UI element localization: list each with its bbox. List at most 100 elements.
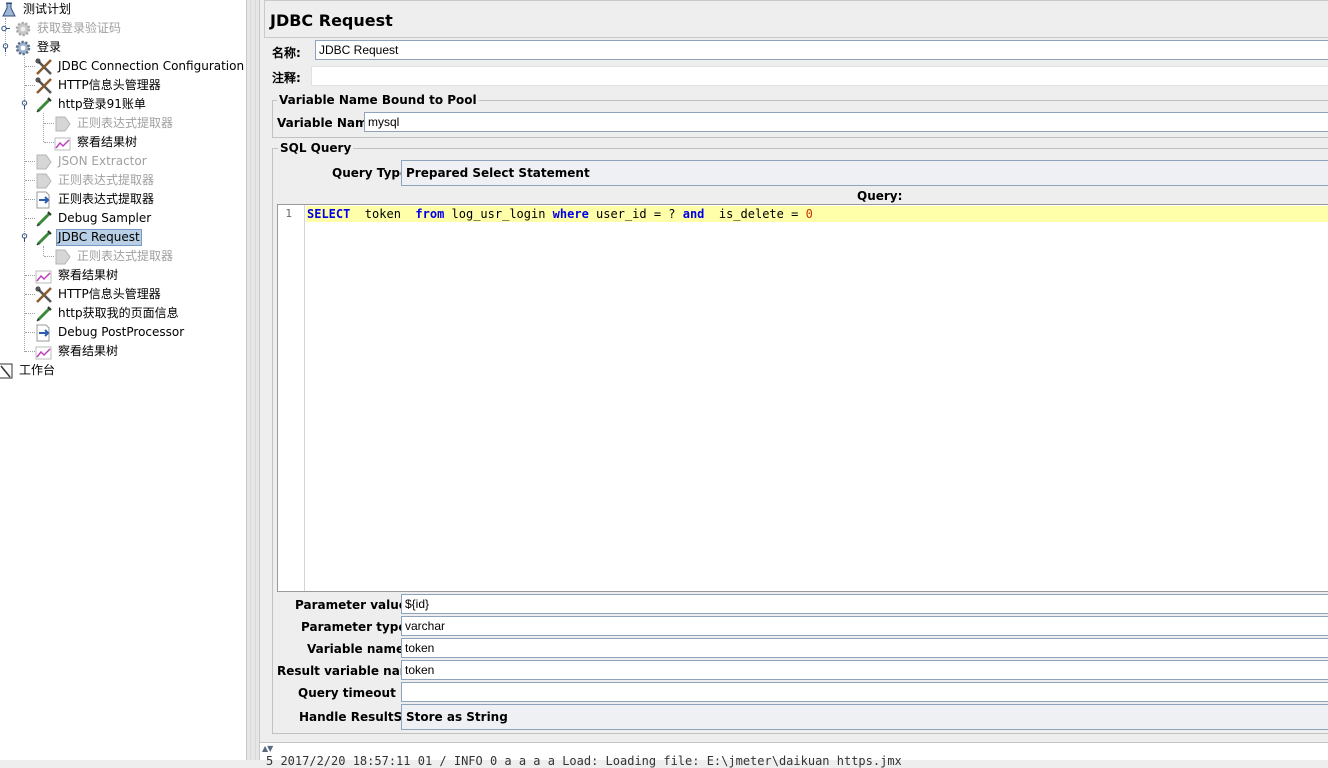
comment-input[interactable] [311,66,1328,86]
tree-node-postprocessor[interactable]: 正则表达式提取器 [54,114,175,133]
tree-node-config[interactable]: HTTP信息头管理器 [35,285,163,304]
tree-node-thread-group[interactable]: 登录 [14,38,63,57]
tree-connector [25,161,35,162]
variable-name-input[interactable] [364,112,1328,132]
tree-node-listener[interactable]: 察看结果树 [35,266,120,285]
tree-node-config[interactable]: JDBC Connection Configuration [35,57,246,76]
postprocessor-icon [54,115,72,133]
sql-editor[interactable]: 1 SELECT token from log_usr_login where … [277,204,1328,592]
tree-node-postprocessor[interactable]: 正则表达式提取器 [35,190,156,209]
handle-resultset-select[interactable]: Store as String [401,704,1328,730]
tree-node-postprocessor[interactable]: 正则表达式提取器 [35,171,156,190]
tree-node-postprocessor[interactable]: JSON Extractor [35,152,149,171]
postprocessor-arrow-icon [35,191,53,209]
wrench-icon [35,286,53,304]
tree-connector [25,313,35,314]
title-box [264,0,1328,38]
tree-node-test-plan[interactable]: 测试计划 [0,0,73,19]
tree-node-label: HTTP信息头管理器 [58,287,161,301]
line-gutter: 1 [278,205,305,591]
test-plan-tree[interactable]: 测试计划 获取登录验证码 登录 JDBC Connection Configur… [0,0,246,760]
query-type-select[interactable]: Prepared Select Statement [401,160,1328,186]
tree-node-label: 获取登录验证码 [37,21,122,35]
variable-names-input[interactable] [401,638,1328,658]
pipette-icon [35,305,53,323]
tree-node-label: 察看结果树 [58,268,119,282]
chart-icon [35,267,53,285]
sql-token: log_usr_login [444,207,553,221]
splitter-handle[interactable] [246,0,260,760]
tree-connector [25,85,35,86]
chart-icon [54,134,72,152]
tree-node-sampler[interactable]: Debug Sampler [35,209,153,228]
variable-names-label: Variable names: [307,642,417,656]
log-text: 5 2017/2/20 18:57:11 01 / INFO 0 a a a a… [266,754,902,768]
tree-node-label: JDBC Request [56,229,142,246]
tree-connector [25,275,35,276]
sql-token: is_delete = [704,207,806,221]
postprocessor-icon [35,153,53,171]
tree-node-label: 察看结果树 [77,135,138,149]
tree-node-postprocessor[interactable]: 正则表达式提取器 [54,247,175,266]
tree-node-workbench[interactable]: 工作台 [0,361,57,380]
tree-node-label: http登录91账单 [58,97,146,111]
tree-node-label: Debug PostProcessor [58,325,185,339]
tree-node-label: Debug Sampler [58,211,152,225]
workbench-icon [0,362,14,380]
pipette-icon [35,96,53,114]
jdbc-request-panel: JDBC Request 名称: 注释: Variable Name Bound… [260,0,1328,742]
comment-label: 注释: [272,71,301,85]
flask-icon [0,1,18,19]
sql-token: user_id = ? [588,207,683,221]
tree-node-label: 察看结果树 [58,344,119,358]
panel-title: JDBC Request [270,11,393,30]
log-strip: ▲▼ 5 2017/2/20 18:57:11 01 / INFO 0 a a … [260,742,1328,768]
name-label: 名称: [272,46,301,60]
sql-token: from [415,207,445,221]
tree-node-thread-group[interactable]: 获取登录验证码 [14,19,123,38]
tree-node-label: JSON Extractor [58,154,147,168]
query-header: Query: [857,189,903,203]
sql-code: SELECT token from log_usr_login where us… [307,207,813,221]
gear-icon [14,39,32,57]
tree-node-label: 登录 [37,40,62,54]
gear-icon [14,20,32,38]
sql-token: SELECT [307,207,351,221]
pipette-icon [35,210,53,228]
tree-node-label: 测试计划 [23,2,72,16]
tree-connector [25,351,35,352]
tree-node-label: 工作台 [19,363,56,377]
tree-node-postprocessor[interactable]: Debug PostProcessor [35,323,186,342]
tree-node-sampler[interactable]: http登录91账单 [35,95,148,114]
tree-connector [44,123,54,124]
wrench-icon [35,77,53,95]
sql-token: token [350,207,416,221]
tree-node-listener[interactable]: 察看结果树 [54,133,139,152]
pool-group-title: Variable Name Bound to Pool [277,93,479,107]
postprocessor-arrow-icon [35,324,53,342]
result-variable-input[interactable] [401,660,1328,680]
collapse-arrows-icon[interactable]: ▲▼ [262,744,273,753]
tree-node-label: JDBC Connection Configuration [58,59,245,73]
tree-connector [25,218,35,219]
parameter-types-input[interactable] [401,616,1328,636]
pipette-icon [35,229,53,247]
tree-expand-handle[interactable] [20,100,29,109]
tree-node-jdbc-request[interactable]: JDBC Request [35,228,142,247]
tree-connector [25,180,35,181]
sql-group-title: SQL Query [278,141,354,155]
query-timeout-input[interactable] [401,682,1328,702]
tree-node-config[interactable]: HTTP信息头管理器 [35,76,163,95]
tree-expand-handle[interactable] [20,233,29,242]
tree-node-sampler[interactable]: http获取我的页面信息 [35,304,181,323]
tree-connector [25,332,35,333]
name-input[interactable] [315,40,1328,60]
tree-expand-handle[interactable] [1,24,10,33]
tree-node-label: HTTP信息头管理器 [58,78,161,92]
tree-node-label: 正则表达式提取器 [58,192,155,206]
tree-node-listener[interactable]: 察看结果树 [35,342,120,361]
parameter-values-input[interactable] [401,594,1328,614]
line-number: 1 [285,207,292,220]
tree-expand-handle[interactable] [1,43,10,52]
tree-node-label: 正则表达式提取器 [77,116,174,130]
